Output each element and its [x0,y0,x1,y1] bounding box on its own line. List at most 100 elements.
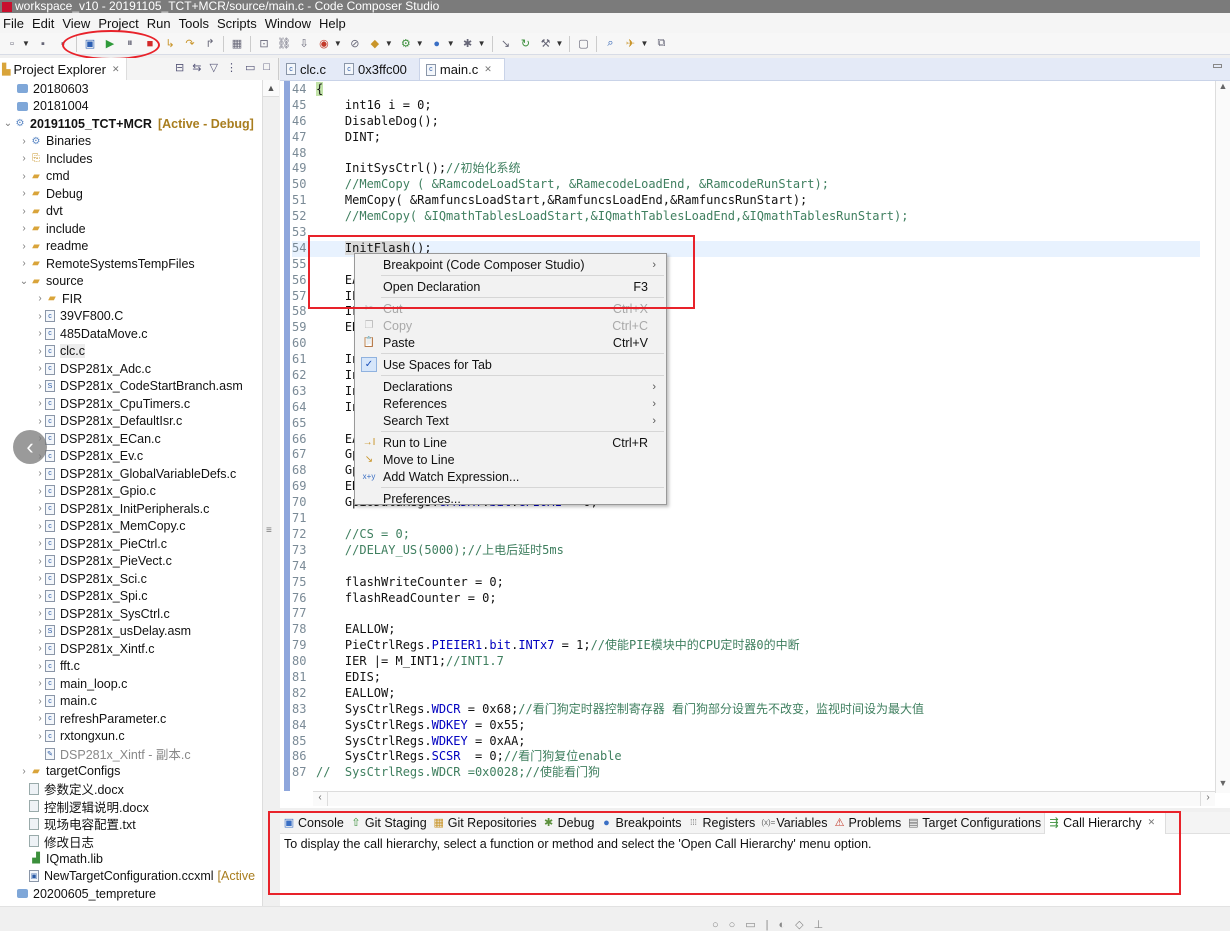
skip-breakpoints-icon[interactable]: ⊘ [347,36,363,52]
tree-item[interactable]: › c refreshParameter.c [0,710,262,728]
menu-item-open-declaration[interactable]: Open Declaration F3 [355,278,666,295]
collapse-icon[interactable]: › [35,538,45,549]
collapse-icon[interactable]: › [35,591,45,602]
menu-item-search-text[interactable]: Search Text › [355,412,666,429]
tree-item[interactable]: 修改日志 [0,833,262,851]
close-icon[interactable]: ✕ [112,64,120,75]
tree-item[interactable]: 20181004 [0,98,262,116]
tree-item[interactable]: › c DSP281x_Gpio.c [0,483,262,501]
collapse-icon[interactable]: › [19,241,29,252]
menu-item-use-spaces-for-tab[interactable]: ✓ Use Spaces for Tab [355,356,666,373]
scroll-up-icon[interactable]: ▲ [1216,81,1230,96]
filter-icon[interactable]: ▽ [209,61,217,74]
tree-item[interactable]: › c DSP281x_Xintf.c [0,640,262,658]
minimize-icon[interactable]: ▭ [245,61,255,74]
tree-item[interactable]: › S DSP281x_usDelay.asm [0,623,262,641]
editor-tab-0x3ffc00[interactable]: c 0x3ffc00 [338,58,419,80]
tree-item[interactable]: ▟ IQmath.lib [0,850,262,868]
breakpoint-icon[interactable]: ◉ [316,36,332,52]
console-view-icon[interactable]: ▢ [575,36,591,52]
collapse-icon[interactable]: › [35,363,45,374]
load-program-icon[interactable]: ⇩ [296,36,312,52]
tree-item[interactable]: › c DSP281x_Spi.c [0,588,262,606]
collapse-icon[interactable]: › [19,171,29,182]
tab-debug[interactable]: ✱ Debug [540,812,598,834]
collapse-icon[interactable]: › [35,643,45,654]
expand-icon[interactable]: ⌄ [19,276,29,287]
resume-icon[interactable]: ▶ [102,36,118,52]
terminate-icon[interactable]: ■ [142,36,158,52]
collapse-icon[interactable]: › [35,398,45,409]
scroll-right-icon[interactable]: › [1200,792,1215,806]
launch-icon[interactable]: ✈ [622,36,638,52]
tree-item[interactable]: › ▰ Debug [0,185,262,203]
collapse-all-icon[interactable]: ⊟ [175,61,184,74]
tree-item[interactable]: › c main_loop.c [0,675,262,693]
collapse-icon[interactable]: › [35,678,45,689]
menu-file[interactable]: File [0,16,29,31]
chevron-down-icon[interactable]: ▼ [640,39,648,48]
tree-item[interactable]: › ▰ FIR [0,290,262,308]
tree-item[interactable]: 参数定义.docx [0,780,262,798]
back-navigation-button[interactable]: ‹ [13,430,47,464]
run-launch-icon[interactable]: ● [429,36,445,52]
tree-item[interactable]: › c main.c [0,693,262,711]
step-return-icon[interactable]: ↱ [202,36,218,52]
tree-item[interactable]: › ▰ readme [0,238,262,256]
menu-item-breakpoint-code-composer-studio[interactable]: Breakpoint (Code Composer Studio) › [355,256,666,273]
scrollbar-grip-icon[interactable]: ≡ [266,525,272,536]
suspend-icon[interactable]: ⏸ [122,36,138,52]
menu-item-add-watch-expression[interactable]: x+y Add Watch Expression... [355,468,666,485]
menu-edit[interactable]: Edit [29,16,59,31]
menu-item-copy[interactable]: ❐ Copy Ctrl+C [355,317,666,334]
collapse-icon[interactable]: › [35,521,45,532]
chevron-down-icon[interactable]: ▼ [22,39,30,48]
tree-item[interactable]: 20200605_tempreture [0,885,262,903]
view-menu-icon[interactable]: ⋮ [226,61,237,74]
tab-project-explorer[interactable]: ▙ Project Explorer ✕ [0,58,127,80]
link-with-editor-icon[interactable]: ⇆ [192,61,201,74]
chevron-down-icon[interactable]: ▼ [385,39,393,48]
collapse-icon[interactable]: › [35,713,45,724]
collapse-icon[interactable]: › [35,486,45,497]
editor-tab-clc-c[interactable]: c clc.c [280,58,338,80]
menu-item-references[interactable]: References › [355,395,666,412]
menu-project[interactable]: Project [95,16,143,31]
build-icon[interactable]: ◆ [367,36,383,52]
memory-browser-icon[interactable]: ▦ [229,36,245,52]
tree-item[interactable]: › c rxtongxun.c [0,728,262,746]
scroll-down-icon[interactable]: ▼ [1216,778,1230,793]
close-icon[interactable]: ✕ [1148,817,1156,828]
tree-item[interactable]: 控制逻辑说明.docx [0,798,262,816]
tree-item[interactable]: › ▰ cmd [0,168,262,186]
tree-item[interactable]: › c DSP281x_InitPeripherals.c [0,500,262,518]
tab-breakpoints[interactable]: ● Breakpoints [598,812,685,834]
tree-item[interactable]: › c 485DataMove.c [0,325,262,343]
tab-console[interactable]: ▣ Console [280,812,347,834]
menu-scripts[interactable]: Scripts [214,16,262,31]
tab-registers[interactable]: ⁞⁞⁞ Registers [685,812,759,834]
menu-item-declarations[interactable]: Declarations › [355,378,666,395]
tab-variables[interactable]: (x)= Variables [758,812,830,834]
tree-item[interactable]: › c DSP281x_CpuTimers.c [0,395,262,413]
tools-icon[interactable]: ✱ [460,36,476,52]
collapse-icon[interactable]: › [35,608,45,619]
collapse-icon[interactable]: › [35,468,45,479]
new-icon[interactable]: ▫ [4,36,20,52]
tree-item[interactable]: › ▰ targetConfigs [0,763,262,781]
search-icon[interactable]: ⌕ [602,36,618,52]
menu-help[interactable]: Help [316,16,351,31]
tree-item[interactable]: › ⎘ Includes [0,150,262,168]
assembly-step-into-icon[interactable]: ↘ [498,36,514,52]
tree-item[interactable]: › S DSP281x_CodeStartBranch.asm [0,378,262,396]
save-icon[interactable]: ▪ [35,36,51,52]
save-all-icon[interactable]: ▪ [55,36,71,52]
tree-item[interactable]: › c 39VF800.C [0,308,262,326]
menu-item-move-to-line[interactable]: ↘ Move to Line [355,451,666,468]
tab-call-hierarchy[interactable]: ⇶ Call Hierarchy ✕ [1044,811,1167,834]
assembly-step-over-icon[interactable]: ↻ [518,36,534,52]
step-over-icon[interactable]: ↷ [182,36,198,52]
chevron-down-icon[interactable]: ▼ [334,39,342,48]
collapse-icon[interactable]: › [35,696,45,707]
close-icon[interactable]: ✕ [484,64,492,75]
